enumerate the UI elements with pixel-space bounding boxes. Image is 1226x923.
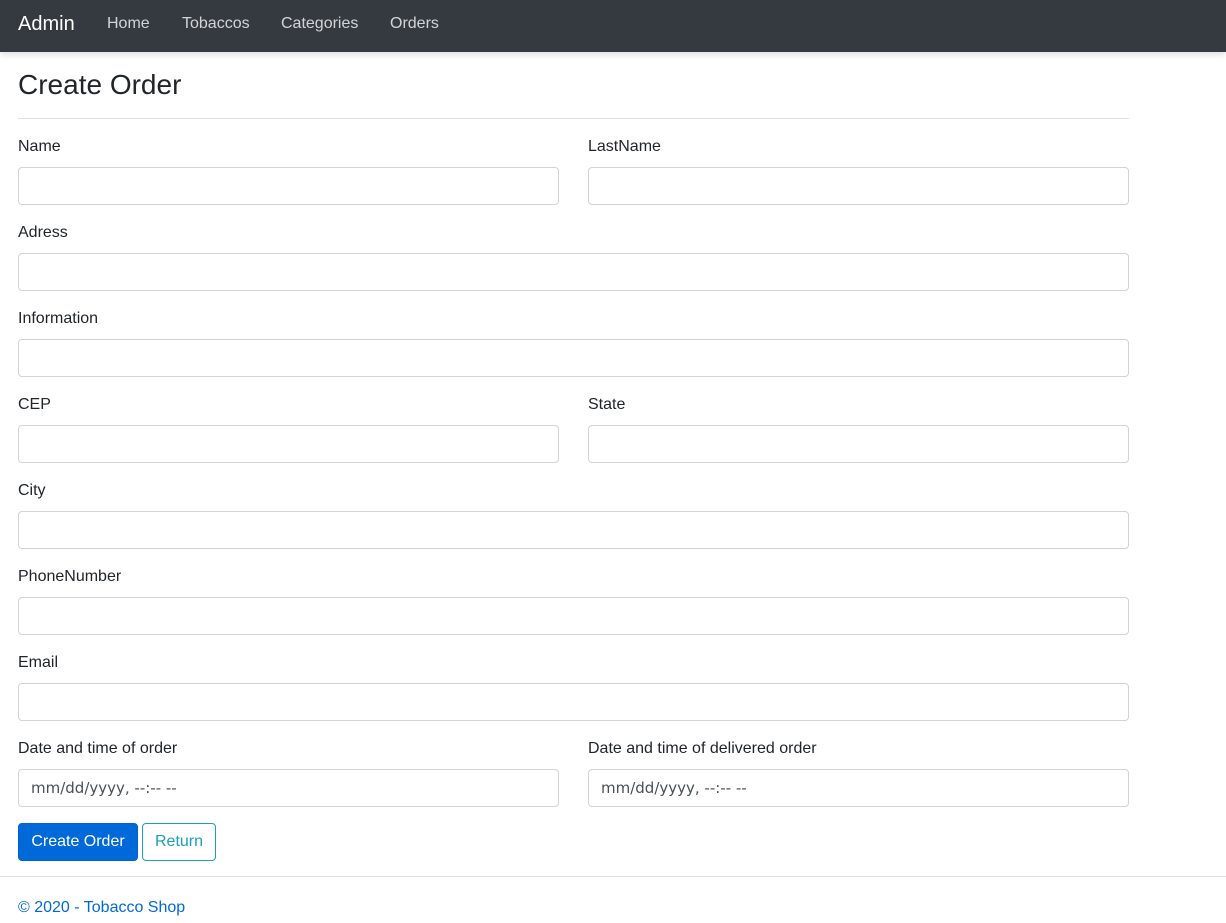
return-button[interactable]: Return [142,823,216,861]
email-input[interactable] [18,683,1129,721]
phone-number-label: PhoneNumber [18,568,122,585]
cep-input[interactable] [18,425,559,463]
order-datetime-input[interactable]: mm/dd/yyyy, --:-- -- [18,769,559,807]
order-datetime-placeholder: mm/dd/yyyy, --:-- -- [31,779,177,797]
footer-divider [0,876,1226,877]
delivered-datetime-label: Date and time of delivered order [588,740,817,757]
name-input[interactable] [18,167,559,205]
create-order-button[interactable]: Create Order [18,823,138,861]
footer-shop-link[interactable]: Tobacco Shop [84,899,185,916]
city-input[interactable] [18,511,1129,549]
order-datetime-label: Date and time of order [18,740,178,757]
nav-link-orders[interactable]: Orders [390,14,439,34]
information-label: Information [18,310,99,327]
title-divider [18,118,1129,119]
brand-link[interactable]: Admin [18,12,75,36]
name-label: Name [18,138,61,155]
cep-label: CEP [18,396,51,413]
address-input[interactable] [18,253,1129,291]
footer: © 2020 - Tobacco Shop [18,898,185,918]
city-label: City [18,482,46,499]
delivered-datetime-placeholder: mm/dd/yyyy, --:-- -- [601,779,747,797]
nav-link-home[interactable]: Home [107,14,150,34]
address-label: Adress [18,224,68,241]
state-input[interactable] [588,425,1129,463]
delivered-datetime-input[interactable]: mm/dd/yyyy, --:-- -- [588,769,1129,807]
information-input[interactable] [18,339,1129,377]
nav-link-tobaccos[interactable]: Tobaccos [182,14,250,34]
page-title: Create Order [18,69,182,100]
state-label: State [588,396,626,413]
footer-copyright: © 2020 - [18,899,84,916]
top-navbar: Admin Home Tobaccos Categories Orders [0,0,1226,52]
nav-link-categories[interactable]: Categories [281,14,358,34]
email-label: Email [18,654,59,671]
last-name-label: LastName [588,138,661,155]
last-name-input[interactable] [588,167,1129,205]
phone-number-input[interactable] [18,597,1129,635]
